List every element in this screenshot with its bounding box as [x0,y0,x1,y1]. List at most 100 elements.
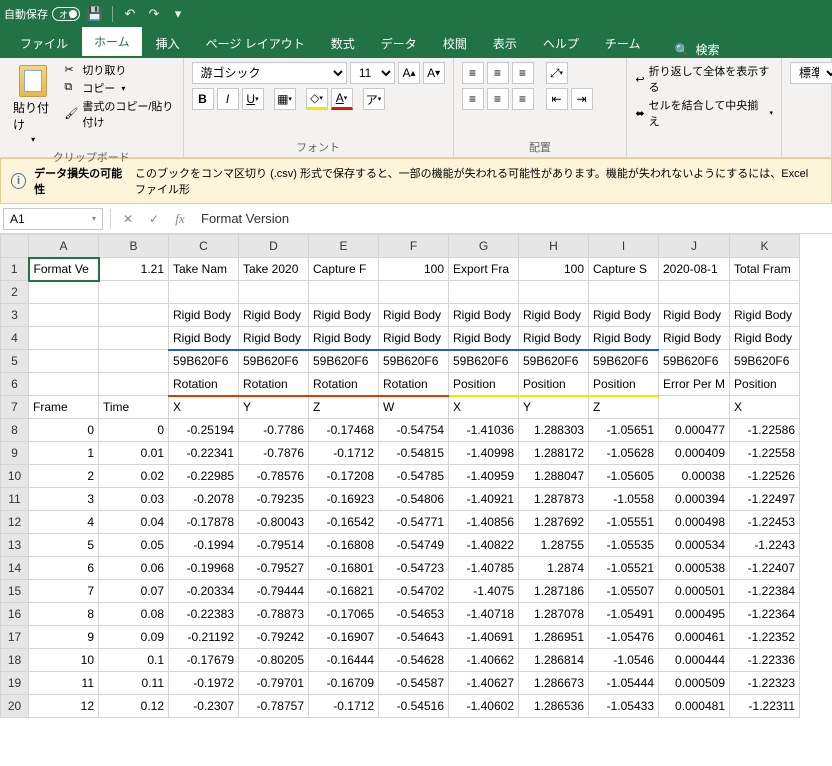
cell[interactable]: W [379,396,449,419]
cell[interactable]: -0.17065 [309,603,379,626]
cell[interactable]: -1.05535 [589,534,659,557]
cell[interactable]: Rigid Body [379,327,449,350]
col-header[interactable]: B [99,235,169,258]
tab-file[interactable]: ファイル [8,29,80,58]
increase-indent-button[interactable]: ⇥ [571,88,593,110]
cell[interactable]: -0.54771 [379,511,449,534]
cell[interactable]: 0.04 [99,511,169,534]
cell[interactable]: -0.17679 [169,649,239,672]
font-size-select[interactable]: 11 [350,62,395,84]
col-header[interactable]: K [730,235,800,258]
cell[interactable]: 0.12 [99,695,169,718]
col-header[interactable]: D [239,235,309,258]
cell[interactable]: 59B620F6 [730,350,800,373]
align-center-button[interactable]: ≡ [487,88,509,110]
cell[interactable]: -0.79514 [239,534,309,557]
cell[interactable]: -0.7876 [239,442,309,465]
cell[interactable] [239,281,309,304]
align-right-button[interactable]: ≡ [512,88,534,110]
row-header[interactable]: 8 [1,419,29,442]
cell[interactable]: -1.05605 [589,465,659,488]
cell[interactable]: Rotation [379,373,449,396]
cell[interactable]: -1.05551 [589,511,659,534]
col-header[interactable]: G [449,235,519,258]
save-icon[interactable]: 💾 [86,5,104,23]
fx-button[interactable]: fx [168,208,192,230]
formula-input[interactable]: Format Version [193,211,832,226]
cell[interactable]: -1.22453 [730,511,800,534]
cell[interactable]: 0.000509 [659,672,730,695]
row-header[interactable]: 20 [1,695,29,718]
cell[interactable]: -0.22383 [169,603,239,626]
cell[interactable]: 2020-08-1 [659,258,730,281]
cell[interactable]: -0.16821 [309,580,379,603]
cell[interactable]: Take 2020 [239,258,309,281]
cell[interactable]: -1.40822 [449,534,519,557]
increase-font-button[interactable]: A▴ [398,62,420,84]
cell[interactable]: -0.54653 [379,603,449,626]
cell[interactable]: -1.2243 [730,534,800,557]
cell[interactable]: Total Fram [730,258,800,281]
cell[interactable]: -0.78576 [239,465,309,488]
cell[interactable]: 1.286673 [519,672,589,695]
cell[interactable]: -0.16542 [309,511,379,534]
cell[interactable]: Frame [29,396,99,419]
cell[interactable]: -0.17468 [309,419,379,442]
italic-button[interactable]: I [217,88,239,110]
cell[interactable]: Capture S [589,258,659,281]
cell[interactable]: -0.54702 [379,580,449,603]
cell[interactable]: 5 [29,534,99,557]
tab-review[interactable]: 校閲 [431,29,479,58]
cell[interactable]: 0.000501 [659,580,730,603]
cell[interactable]: Position [730,373,800,396]
cell[interactable]: -1.40627 [449,672,519,695]
cell[interactable]: -0.20334 [169,580,239,603]
cell[interactable]: -0.80043 [239,511,309,534]
col-header[interactable]: A [29,235,99,258]
cell[interactable]: 12 [29,695,99,718]
tab-data[interactable]: データ [369,29,429,58]
cell[interactable]: Rigid Body [589,304,659,327]
cell[interactable]: Rigid Body [730,327,800,350]
cell[interactable] [589,281,659,304]
cell[interactable]: 0.09 [99,626,169,649]
cell[interactable]: Rigid Body [519,327,589,350]
cell[interactable]: -1.05507 [589,580,659,603]
cell[interactable]: 0.00038 [659,465,730,488]
col-header[interactable]: E [309,235,379,258]
cell[interactable] [99,281,169,304]
cell[interactable]: 0.000461 [659,626,730,649]
wrap-text-button[interactable]: ↩折り返して全体を表示する [635,62,773,96]
cell[interactable]: 0.03 [99,488,169,511]
cell[interactable]: -1.22311 [730,695,800,718]
cell[interactable]: 59B620F6 [589,350,659,373]
cell[interactable]: -1.0546 [589,649,659,672]
cell[interactable]: 59B620F6 [449,350,519,373]
cell[interactable]: -0.16444 [309,649,379,672]
cell[interactable]: 1.287186 [519,580,589,603]
cell[interactable]: -1.40718 [449,603,519,626]
cell[interactable]: Rigid Body [589,327,659,350]
cell[interactable]: 1.287692 [519,511,589,534]
cell[interactable] [730,281,800,304]
tab-help[interactable]: ヘルプ [531,29,591,58]
paste-button[interactable]: 貼り付け ▾ [8,62,58,147]
cell[interactable]: Position [589,373,659,396]
cell[interactable]: -1.40691 [449,626,519,649]
cell[interactable]: 1.2874 [519,557,589,580]
cell[interactable]: -0.17208 [309,465,379,488]
cell[interactable]: -0.1994 [169,534,239,557]
cell[interactable]: -1.22526 [730,465,800,488]
cell[interactable]: X [730,396,800,419]
cell[interactable] [169,281,239,304]
row-header[interactable]: 15 [1,580,29,603]
align-top-button[interactable]: ≡ [462,62,484,84]
col-header[interactable]: F [379,235,449,258]
cell[interactable]: -1.22558 [730,442,800,465]
cell[interactable]: -1.40785 [449,557,519,580]
cell[interactable]: 59B620F6 [169,350,239,373]
cell[interactable]: -0.54643 [379,626,449,649]
cell[interactable]: Y [239,396,309,419]
row-header[interactable]: 18 [1,649,29,672]
cell[interactable]: 4 [29,511,99,534]
